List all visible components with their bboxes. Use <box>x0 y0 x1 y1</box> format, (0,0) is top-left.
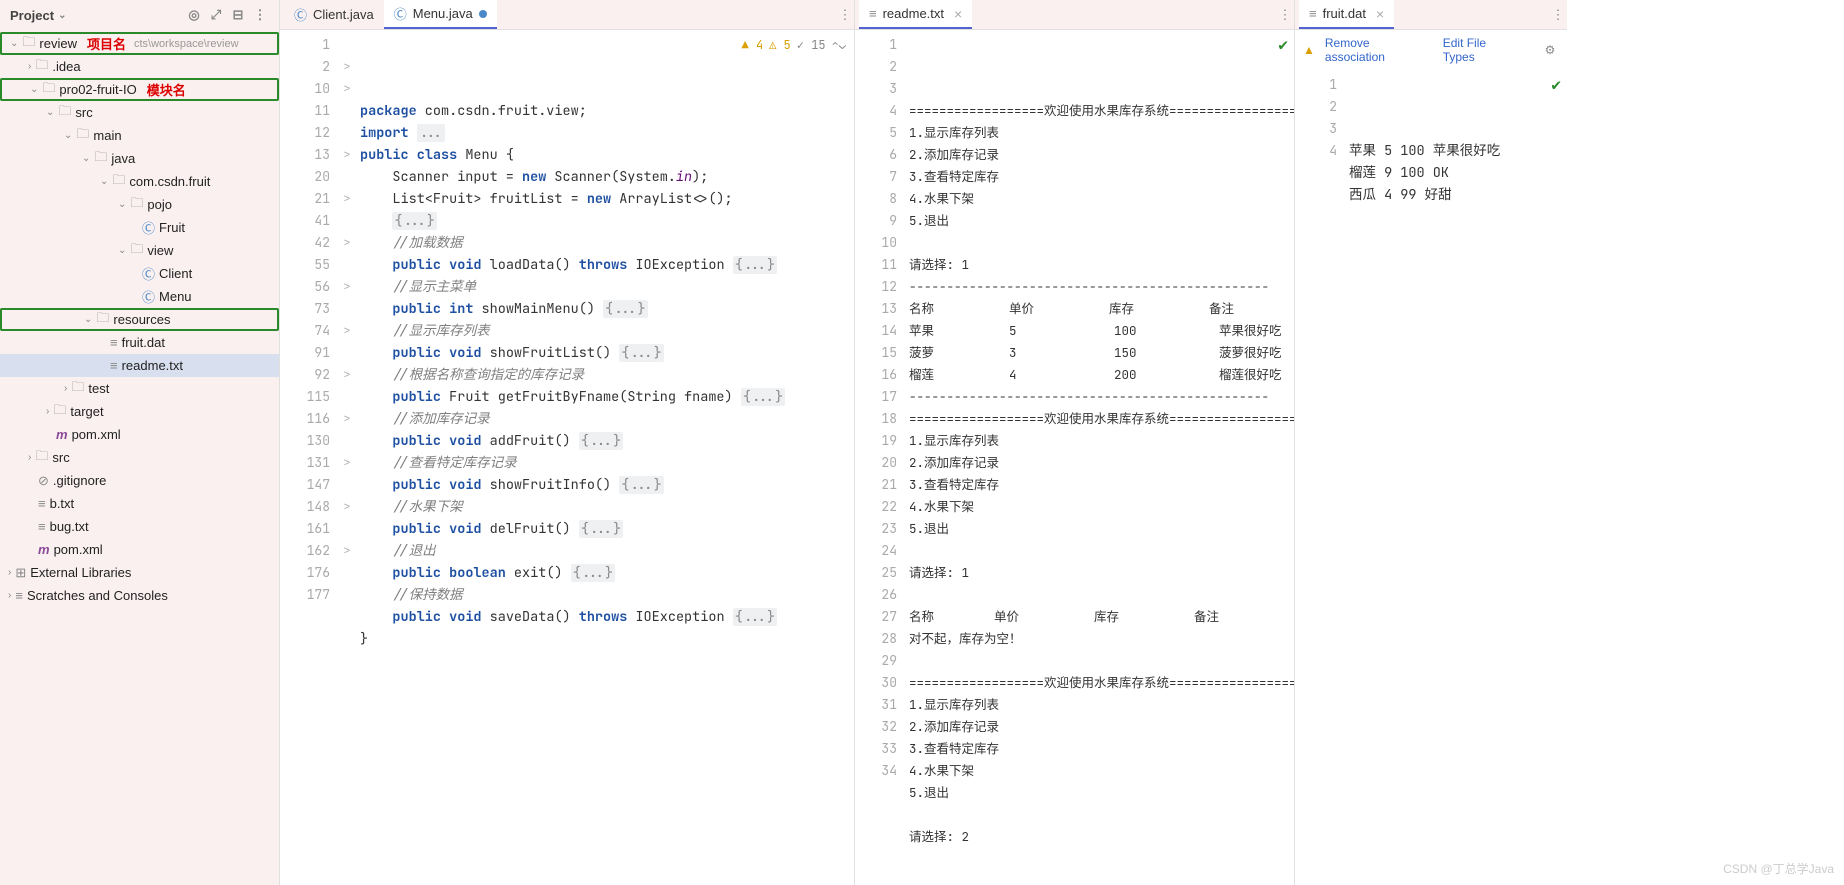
warning-icon: ▲ <box>1303 43 1315 57</box>
chevron-down-icon[interactable]: ⌄ <box>58 10 66 21</box>
gear-icon[interactable]: ⚙ <box>1541 41 1559 59</box>
close-icon[interactable]: × <box>1376 6 1384 22</box>
project-header: Project ⌄ ◎ ⤢ ⊟ ⋮ <box>0 0 279 30</box>
check-icon: ✔ <box>1551 74 1561 96</box>
text-area[interactable]: ✔ 苹果 5 100 苹果很好吃榴莲 9 100 OK西瓜 4 99 好甜 <box>1345 70 1567 885</box>
tree-idea[interactable]: ›🗀.idea <box>0 55 279 78</box>
target-icon[interactable]: ◎ <box>185 6 203 24</box>
tree-src2[interactable]: ›🗀src <box>0 446 279 469</box>
readme-tabs: ≡readme.txt× ⋮ <box>855 0 1294 30</box>
file-type-banner: ▲ Remove association Edit File Types ⚙ <box>1295 30 1567 70</box>
line-gutter: 1210111213202141425556737491921151161301… <box>280 30 338 885</box>
more-icon[interactable]: ⋮ <box>1276 6 1294 24</box>
tree-fruitdat[interactable]: ≡fruit.dat <box>0 331 279 354</box>
code-area[interactable]: ▲ 4 ⚠ 5 ✓ 15 ⌃⌄ package com.csdn.fruit.v… <box>356 30 854 885</box>
tab-menu[interactable]: ⒸMenu.java <box>384 0 497 29</box>
project-title: Project <box>10 8 54 23</box>
collapse-icon[interactable]: ⊟ <box>229 6 247 24</box>
tree-module[interactable]: ⌄🗀pro02-fruit-IO模块名 <box>0 78 279 101</box>
readme-editor[interactable]: 1234567891011121314151617181920212223242… <box>855 30 1294 885</box>
tree-pojo[interactable]: ⌄🗀pojo <box>0 193 279 216</box>
fold-gutter[interactable]: >> > > > > > > > > > > <box>338 30 356 885</box>
tree-fruit[interactable]: ⒸFruit <box>0 216 279 239</box>
fruitdat-tabs: ≡fruit.dat× ⋮ <box>1295 0 1567 30</box>
tree-readme[interactable]: ≡readme.txt <box>0 354 279 377</box>
fruitdat-editor[interactable]: 1234 ✔ 苹果 5 100 苹果很好吃榴莲 9 100 OK西瓜 4 99 … <box>1295 70 1567 885</box>
tree-main[interactable]: ⌄🗀main <box>0 124 279 147</box>
tree-view[interactable]: ⌄🗀view <box>0 239 279 262</box>
edit-filetypes-link[interactable]: Edit File Types <box>1443 36 1521 64</box>
tree-pom[interactable]: mpom.xml <box>0 423 279 446</box>
tree-bugtxt[interactable]: ≡bug.txt <box>0 515 279 538</box>
close-icon[interactable]: × <box>954 6 962 22</box>
project-tree: ⌄🗀review项目名cts\workspace\review ›🗀.idea … <box>0 30 279 885</box>
editor-tabs: ⒸClient.java ⒸMenu.java ⋮ <box>280 0 854 30</box>
tree-btxt[interactable]: ≡b.txt <box>0 492 279 515</box>
tree-scratches[interactable]: ›≡Scratches and Consoles <box>0 584 279 607</box>
code-editor[interactable]: 1210111213202141425556737491921151161301… <box>280 30 854 885</box>
line-gutter: 1234 <box>1295 70 1345 885</box>
project-panel: Project ⌄ ◎ ⤢ ⊟ ⋮ ⌄🗀review项目名cts\workspa… <box>0 0 280 885</box>
tree-resources[interactable]: ⌄🗀resources <box>0 308 279 331</box>
editor-panel-main: ⒸClient.java ⒸMenu.java ⋮ 12101112132021… <box>280 0 855 885</box>
editor-panel-fruitdat: ≡fruit.dat× ⋮ ▲ Remove association Edit … <box>1295 0 1567 885</box>
tree-client[interactable]: ⒸClient <box>0 262 279 285</box>
tree-extlib[interactable]: ›⊞External Libraries <box>0 561 279 584</box>
tree-pkg[interactable]: ⌄🗀com.csdn.fruit <box>0 170 279 193</box>
tab-client[interactable]: ⒸClient.java <box>284 0 384 29</box>
inspection-status[interactable]: ▲ 4 ⚠ 5 ✓ 15 ⌃⌄ <box>742 34 846 56</box>
tree-target[interactable]: ›🗀target <box>0 400 279 423</box>
tab-fruitdat[interactable]: ≡fruit.dat× <box>1299 0 1394 29</box>
gear-icon[interactable]: ⋮ <box>251 6 269 24</box>
watermark: CSDN @丁总学Java <box>1723 860 1834 877</box>
tree-test[interactable]: ›🗀test <box>0 377 279 400</box>
text-area[interactable]: ✔ ==================欢迎使用水果库存系统==========… <box>905 30 1294 885</box>
tree-gitignore[interactable]: ⊘.gitignore <box>0 469 279 492</box>
tree-pom2[interactable]: mpom.xml <box>0 538 279 561</box>
line-gutter: 1234567891011121314151617181920212223242… <box>855 30 905 885</box>
more-icon[interactable]: ⋮ <box>836 6 854 24</box>
more-icon[interactable]: ⋮ <box>1549 6 1567 24</box>
tree-src[interactable]: ⌄🗀src <box>0 101 279 124</box>
remove-association-link[interactable]: Remove association <box>1325 36 1433 64</box>
tree-menu[interactable]: ⒸMenu <box>0 285 279 308</box>
modified-dot-icon <box>479 10 487 18</box>
expand-icon[interactable]: ⤢ <box>207 6 225 24</box>
tab-readme[interactable]: ≡readme.txt× <box>859 0 972 29</box>
check-icon: ✔ <box>1278 34 1288 56</box>
tree-project-root[interactable]: ⌄🗀review项目名cts\workspace\review <box>0 32 279 55</box>
tree-java[interactable]: ⌄🗀java <box>0 147 279 170</box>
editor-panel-readme: ≡readme.txt× ⋮ 1234567891011121314151617… <box>855 0 1295 885</box>
